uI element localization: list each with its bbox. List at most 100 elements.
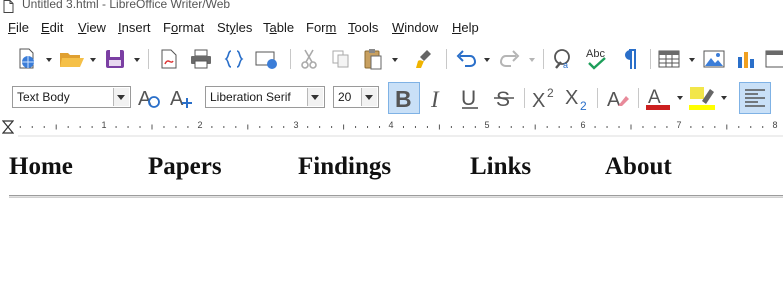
font-name-combo[interactable]: Liberation Serif — [205, 86, 325, 108]
chevron-down-icon[interactable] — [90, 58, 96, 62]
align-left-button[interactable] — [741, 84, 769, 112]
menu-edit[interactable]: Edit — [41, 20, 63, 35]
document-properties-icon — [19, 48, 34, 69]
new-style-icon: A — [170, 88, 192, 110]
chevron-down-icon[interactable] — [113, 88, 129, 106]
paragraph-style-combo[interactable]: Text Body — [12, 86, 131, 108]
chevron-down-icon[interactable] — [307, 88, 323, 106]
menu-tools[interactable]: Tools — [348, 20, 378, 35]
undo-button[interactable] — [453, 47, 479, 71]
ruler-label: 7 — [676, 120, 682, 130]
chevron-down-icon[interactable] — [689, 58, 695, 62]
menu-mnemonic: o — [170, 20, 179, 35]
svg-text:X: X — [532, 90, 545, 110]
menu-window[interactable]: Window — [392, 20, 438, 35]
strikethrough-icon: S — [494, 88, 514, 110]
cut-button[interactable] — [297, 47, 321, 71]
superscript-button[interactable]: X 2 — [530, 84, 558, 112]
font-color-button[interactable]: A — [644, 84, 672, 112]
html-source-button[interactable] — [222, 47, 246, 71]
svg-text:2: 2 — [547, 86, 554, 100]
redo-button[interactable] — [497, 47, 523, 71]
font-size-combo[interactable]: 20 — [333, 86, 379, 108]
copy-icon — [332, 50, 349, 68]
bold-button[interactable]: B — [390, 84, 418, 112]
chevron-down-icon[interactable] — [529, 58, 535, 62]
open-button[interactable] — [58, 47, 86, 71]
save-button[interactable] — [102, 47, 128, 71]
highlight-color-button[interactable] — [687, 84, 717, 112]
html-source-icon — [224, 50, 244, 68]
chevron-down-icon[interactable] — [46, 58, 52, 62]
menu-insert[interactable]: Insert — [118, 20, 151, 35]
svg-text:Abc: Abc — [586, 48, 605, 60]
clear-formatting-button[interactable]: A — [604, 84, 632, 112]
find-replace-icon: a — [554, 49, 570, 70]
menu-help[interactable]: Help — [452, 20, 479, 35]
print-button[interactable] — [188, 47, 214, 71]
paste-button[interactable] — [361, 47, 385, 71]
menu-file[interactable]: File — [8, 20, 29, 35]
export-pdf-icon — [161, 49, 177, 69]
document-properties-button[interactable] — [14, 47, 42, 71]
italic-button[interactable]: I — [424, 84, 450, 112]
menu-form[interactable]: Form — [306, 20, 336, 35]
toolbar-separator — [148, 49, 149, 69]
nav-link-findings[interactable]: Findings — [298, 153, 391, 181]
new-style-button[interactable]: A — [168, 85, 194, 111]
ruler-label: 8 — [772, 120, 778, 130]
nav-link-about[interactable]: About — [605, 153, 672, 181]
svg-text:A: A — [170, 88, 184, 110]
nav-link-papers[interactable]: Papers — [148, 153, 222, 181]
menu-format[interactable]: Format — [163, 20, 204, 35]
insert-table-button[interactable] — [656, 47, 682, 71]
clone-formatting-button[interactable] — [413, 47, 437, 71]
formatting-marks-button[interactable] — [617, 47, 641, 71]
toolbar-separator — [650, 49, 651, 69]
insert-chart-button[interactable] — [734, 47, 758, 71]
chevron-down-icon[interactable] — [677, 96, 683, 100]
superscript-icon: X 2 — [532, 86, 554, 110]
toolbar-separator — [638, 88, 639, 108]
menu-view[interactable]: View — [78, 20, 106, 35]
preview-web-button[interactable] — [254, 47, 280, 71]
copy-button[interactable] — [329, 47, 353, 71]
horizontal-ruler[interactable]: 1 2 3 4 5 6 7 8 — [0, 118, 783, 138]
chevron-down-icon[interactable] — [361, 88, 377, 106]
chevron-down-icon[interactable] — [721, 96, 727, 100]
ruler-label: 4 — [388, 120, 394, 130]
find-replace-button[interactable]: a — [551, 47, 577, 71]
underline-button[interactable]: U — [456, 84, 484, 112]
update-style-button[interactable]: A — [136, 85, 162, 111]
chevron-down-icon[interactable] — [392, 58, 398, 62]
redo-icon — [499, 50, 520, 67]
underline-icon: U — [461, 87, 478, 110]
chevron-down-icon[interactable] — [484, 58, 490, 62]
insert-field-icon — [765, 50, 783, 68]
preview-web-icon — [255, 51, 277, 69]
export-pdf-button[interactable] — [157, 47, 181, 71]
menu-mnemonic: a — [269, 20, 277, 35]
menu-mnemonic: W — [392, 20, 405, 35]
insert-more-button[interactable] — [764, 47, 783, 71]
insert-chart-icon — [738, 52, 754, 68]
subscript-button[interactable]: X 2 — [563, 84, 591, 112]
horizontal-rule — [9, 195, 783, 198]
nav-link-links[interactable]: Links — [470, 153, 531, 181]
menu-bar: File Edit View Insert Format Styles Tabl… — [0, 17, 783, 39]
chevron-down-icon[interactable] — [134, 58, 140, 62]
strikethrough-button[interactable]: S — [490, 84, 518, 112]
menu-mnemonic: E — [41, 20, 50, 35]
ruler-label: 5 — [484, 120, 490, 130]
nav-link-home[interactable]: Home — [9, 153, 73, 181]
menu-styles[interactable]: Styles — [217, 20, 252, 35]
svg-text:A: A — [648, 87, 661, 108]
insert-image-button[interactable] — [702, 47, 726, 71]
svg-text:U: U — [461, 87, 476, 110]
svg-text:S: S — [496, 88, 510, 110]
menu-mnemonic: H — [452, 20, 462, 35]
bold-icon: B — [395, 86, 412, 110]
menu-table[interactable]: Table — [263, 20, 294, 35]
spelling-button[interactable]: Abc — [584, 45, 610, 73]
menu-mnemonic: I — [118, 20, 122, 35]
